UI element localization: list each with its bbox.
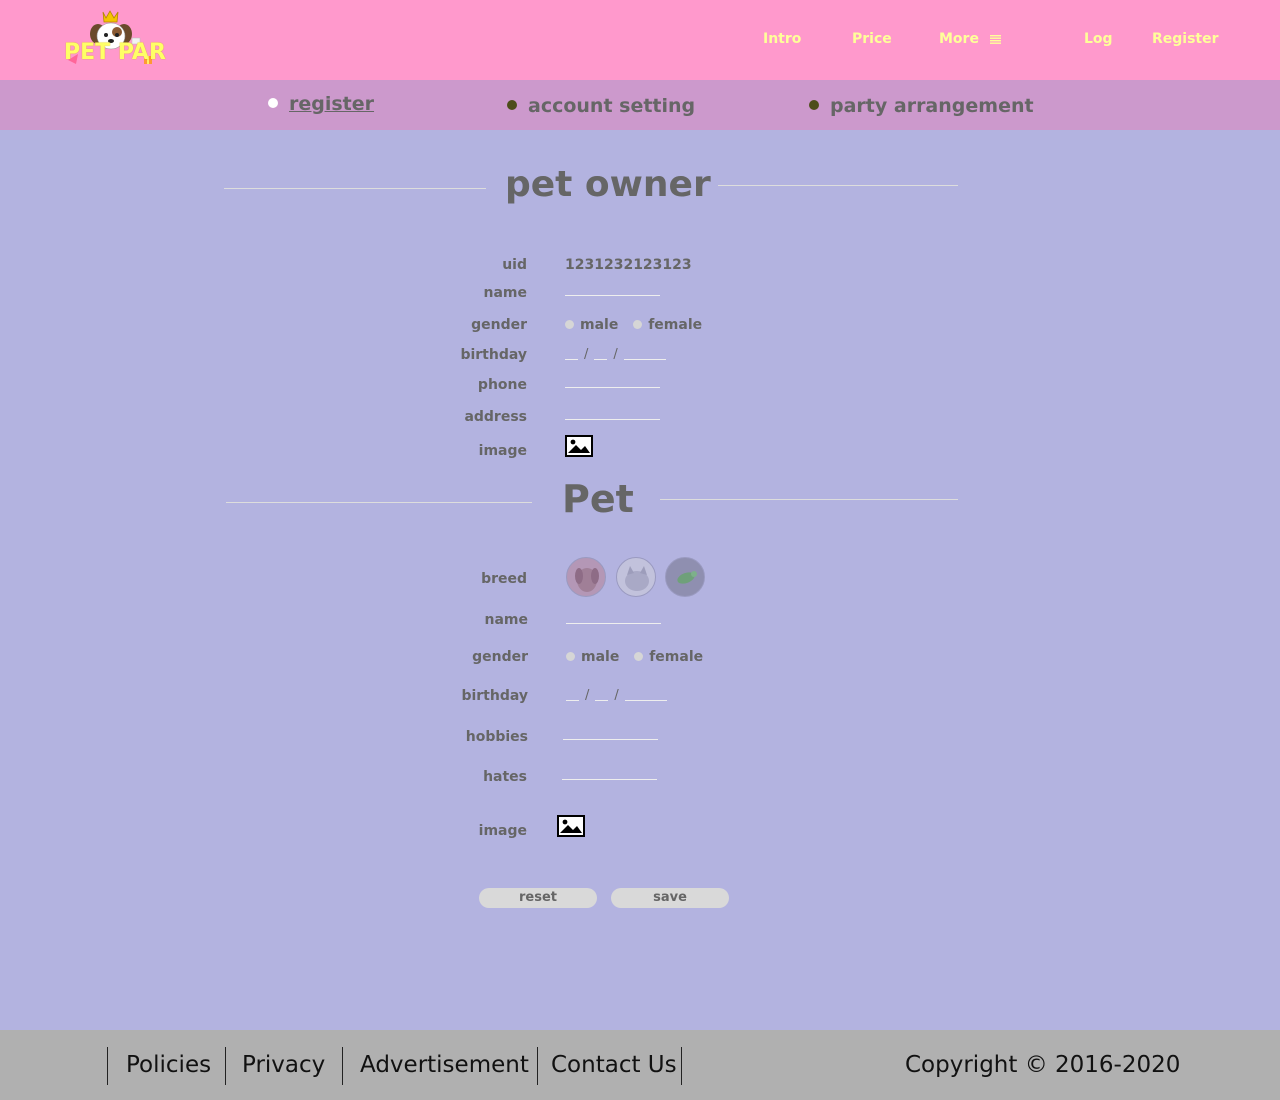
owner-name-input[interactable] <box>565 286 660 296</box>
pet-birthday-input: / / <box>566 688 667 703</box>
pet-breed-label: breed <box>481 571 527 587</box>
bullet-icon <box>507 100 517 110</box>
owner-gender-female-radio[interactable] <box>633 320 643 329</box>
bullet-icon <box>809 100 819 110</box>
divider-line <box>226 502 532 503</box>
footer-separator <box>537 1047 538 1085</box>
radio-label: female <box>649 649 704 665</box>
birthday-month-field[interactable] <box>565 350 578 360</box>
pet-name-label: name <box>484 612 529 628</box>
nav-log-link[interactable]: Log <box>1084 31 1113 47</box>
birthday-month-field[interactable] <box>566 691 579 701</box>
owner-address-label: address <box>464 409 527 425</box>
owner-phone-input[interactable] <box>565 378 660 388</box>
pet-name-input[interactable] <box>566 614 661 624</box>
divider-line <box>718 185 958 186</box>
reset-button[interactable]: reset <box>479 888 597 908</box>
subnav-label: account setting <box>528 95 696 117</box>
breed-cat-option[interactable] <box>616 557 656 597</box>
owner-gender-male-radio[interactable] <box>565 320 574 329</box>
sub-navigation: register account setting party arrangeme… <box>0 80 1280 130</box>
breed-bird-option[interactable] <box>665 557 705 597</box>
pet-hobbies-input[interactable] <box>563 730 658 740</box>
copyright-text: Copyright © 2016-2020 <box>905 1052 1181 1078</box>
bullet-icon <box>268 98 278 108</box>
menu-lines-icon <box>989 35 1001 44</box>
subnav-item-register[interactable]: register <box>268 93 374 115</box>
birthday-year-field[interactable] <box>623 350 666 360</box>
owner-name-label: name <box>483 285 528 301</box>
radio-label: male <box>580 317 619 333</box>
owner-gender-options: male female <box>565 317 712 333</box>
pet-section-title: Pet <box>562 477 634 521</box>
divider-line <box>224 188 486 189</box>
pet-image-label: image <box>478 823 527 839</box>
pet-hates-label: hates <box>483 769 527 785</box>
footer-privacy-link[interactable]: Privacy <box>242 1052 325 1078</box>
pet-gender-female-radio[interactable] <box>634 652 644 661</box>
footer-contact-link[interactable]: Contact Us <box>551 1052 677 1078</box>
footer-separator <box>225 1047 226 1085</box>
pet-gender-options: male female <box>566 649 713 665</box>
subnav-label: register <box>289 93 375 115</box>
top-header: PET PAR Intro Price More Log Register <box>0 0 1280 80</box>
bird-icon <box>677 571 697 584</box>
owner-image-label: image <box>478 443 527 459</box>
owner-gender-label: gender <box>471 317 527 333</box>
cat-icon <box>625 566 649 591</box>
nav-intro-link[interactable]: Intro <box>763 31 801 47</box>
nav-more-link[interactable]: More <box>939 31 1001 47</box>
owner-uid-value: 1231232123123 <box>565 257 692 273</box>
radio-label: male <box>581 649 620 665</box>
pet-party-logo[interactable]: PET PAR <box>62 8 166 70</box>
footer-advertisement-link[interactable]: Advertisement <box>360 1052 529 1078</box>
pet-hobbies-label: hobbies <box>465 729 528 745</box>
logo-text: PET PAR <box>64 40 166 65</box>
nav-register-link[interactable]: Register <box>1152 31 1219 47</box>
owner-uid-label: uid <box>502 257 527 273</box>
pet-gender-label: gender <box>472 649 528 665</box>
nav-price-link[interactable]: Price <box>852 31 892 47</box>
divider-line <box>660 499 958 500</box>
subnav-item-party-arrangement[interactable]: party arrangement <box>809 95 1034 117</box>
footer-policies-link[interactable]: Policies <box>126 1052 211 1078</box>
owner-birthday-label: birthday <box>460 347 527 363</box>
owner-section-title: pet owner <box>505 164 711 205</box>
pet-gender-male-radio[interactable] <box>566 652 575 661</box>
footer-separator <box>342 1047 343 1085</box>
owner-birthday-input: / / <box>565 347 666 362</box>
footer-separator <box>107 1047 108 1085</box>
radio-label: female <box>648 317 703 333</box>
birthday-year-field[interactable] <box>624 691 667 701</box>
pet-image-upload-icon[interactable] <box>557 815 585 837</box>
pet-birthday-label: birthday <box>461 688 528 704</box>
save-button[interactable]: save <box>611 888 729 908</box>
nav-more-label: More <box>939 31 979 47</box>
breed-dog-option[interactable] <box>566 557 606 597</box>
owner-image-upload-icon[interactable] <box>565 435 593 457</box>
birthday-day-field[interactable] <box>595 691 609 701</box>
birthday-day-field[interactable] <box>594 350 608 360</box>
subnav-item-account-setting[interactable]: account setting <box>507 95 695 117</box>
owner-phone-label: phone <box>477 377 527 393</box>
subnav-label: party arrangement <box>830 95 1034 117</box>
dog-icon <box>575 568 599 592</box>
pet-hates-input[interactable] <box>562 770 657 780</box>
footer-separator <box>681 1047 682 1085</box>
owner-address-input[interactable] <box>565 410 660 420</box>
page-footer: Policies Privacy Advertisement Contact U… <box>0 1030 1280 1100</box>
